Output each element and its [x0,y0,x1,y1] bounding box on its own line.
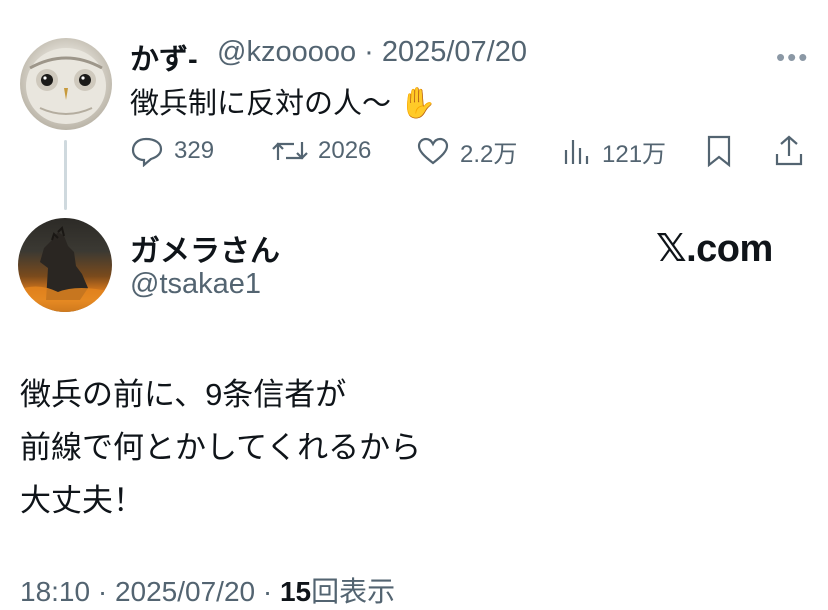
views-count: 121万 [602,140,667,168]
more-dots-icon[interactable]: ••• [776,42,809,73]
tweet-line-3: 大丈夫！ [20,483,144,518]
thread-connector-line [64,140,67,210]
reply-button[interactable]: 329 [130,134,214,168]
owl-avatar-image [26,48,106,124]
view-label: 回表示 [311,576,396,607]
author-handle[interactable]: @tsakae1 [130,268,261,301]
reply-count: 329 [174,137,215,164]
avatar-kzooooo[interactable] [20,38,112,130]
tweet-timestamp[interactable]: 18:10 · 2025/07/20 · [20,576,280,607]
reply-icon [131,137,163,167]
tweet-body: 徴兵の前に、9条信者が 前線で何とかしてくれるから 大丈夫！ [20,368,421,527]
bookmark-icon [707,135,731,168]
raised-hand-emoji: ✋ [399,87,437,120]
share-button[interactable] [773,134,805,168]
author-display-name[interactable]: ガメラさん [130,226,280,270]
avatar-tsakae1[interactable] [18,218,112,312]
repost-count: 2026 [318,137,372,164]
tweet-metadata: 18:10 · 2025/07/20 · 15回表示 [20,570,395,610]
tweet-line-2: 前線で何とかしてくれるから [20,430,422,465]
tweet-line-1: 徴兵の前に、9条信者が [20,377,347,412]
repost-button[interactable]: 2026 [272,134,371,168]
quoted-handle-date[interactable]: @kzooooo · 2025/07/20 [217,36,527,69]
view-count: 15 [279,576,312,607]
repost-icon [272,142,308,160]
like-button[interactable]: 2.2万 [416,134,517,168]
quoted-tweet-text: 徴兵制に反対の人〜 ✋ [130,80,436,122]
heart-icon [417,137,449,165]
kaiju-avatar-image [18,226,112,312]
quoted-text: 徴兵制に反対の人〜 [130,88,392,120]
bar-chart-icon [564,140,589,164]
views-button[interactable]: 121万 [562,134,666,168]
share-icon [775,135,803,166]
bookmark-button[interactable] [704,134,734,168]
like-count: 2.2万 [460,140,518,168]
x-logo-brand: 𝕏.com [656,228,773,270]
quoted-display-name[interactable]: かず- [130,36,198,78]
